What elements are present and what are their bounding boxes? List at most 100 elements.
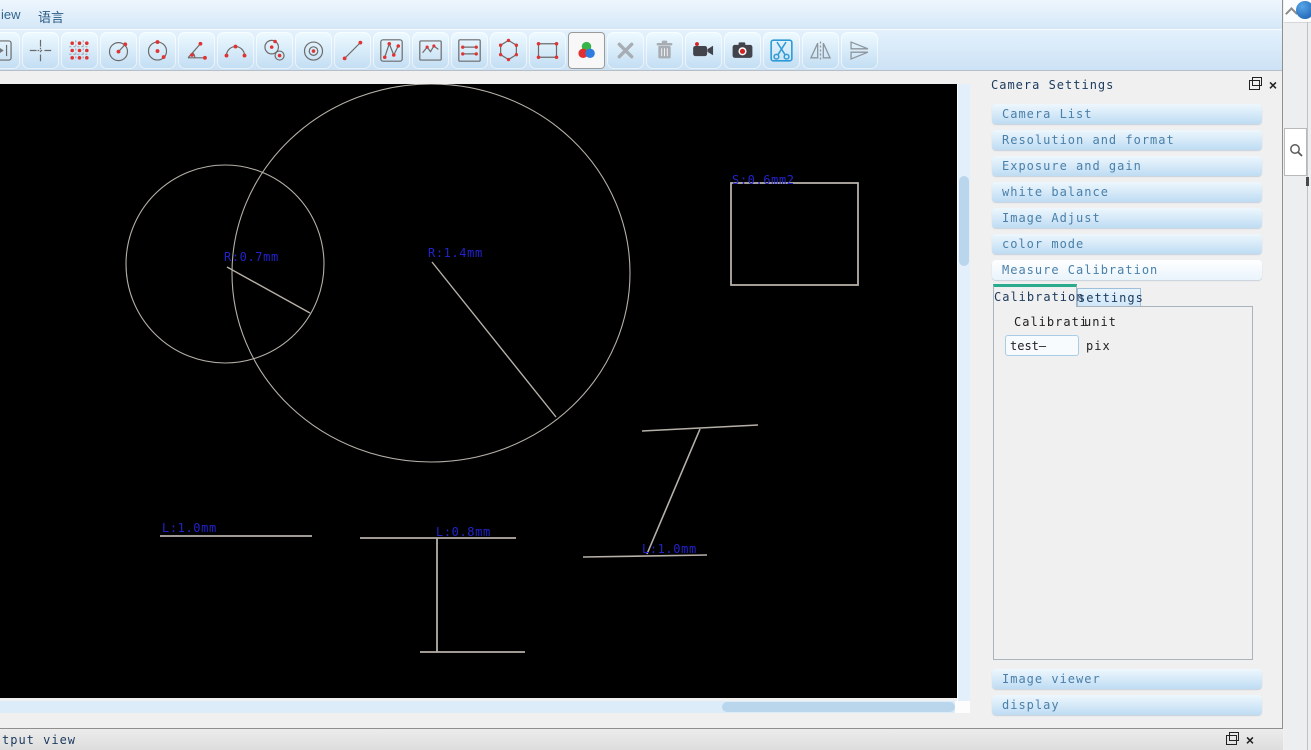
arc-measure-icon[interactable] — [217, 31, 254, 69]
menu-view[interactable]: iew — [1, 7, 21, 22]
camera-settings-panel: Camera Settings × Camera List Resolution… — [985, 77, 1283, 750]
output-view-panel: tput view × — [0, 728, 1283, 750]
concentric-circles-icon[interactable] — [295, 31, 332, 69]
edge-tick — [1306, 177, 1309, 186]
curve-measure-icon[interactable] — [412, 31, 449, 69]
measured-circle-small — [125, 164, 325, 364]
measure-calibration-button[interactable]: Measure Calibration — [992, 260, 1262, 280]
annotation-label: L:0.8mm — [436, 525, 491, 539]
application-window: iew 语言 R:0.7mm R:1.4mm S:0.6mm2 L:1.0mm … — [0, 0, 1283, 750]
tab-calibration[interactable]: Calibration — [993, 284, 1083, 307]
flip-vertical-icon[interactable] — [841, 31, 878, 69]
arc-measure-icon — [224, 44, 247, 57]
measured-rectangle — [730, 182, 859, 286]
color-mode-button[interactable]: color mode — [992, 234, 1262, 254]
polygon-measure-icon — [498, 38, 519, 61]
flip-horizontal-icon[interactable] — [802, 31, 839, 69]
horizontal-scrollbar-thumb[interactable] — [722, 702, 955, 712]
concentric-circles-icon — [300, 37, 327, 64]
jump-to-end-icon — [0, 37, 15, 64]
image-adjust-button[interactable]: Image Adjust — [992, 208, 1262, 228]
resolution-format-button[interactable]: Resolution and format — [992, 130, 1262, 150]
search-box[interactable] — [1284, 128, 1307, 176]
line-measure-icon — [342, 40, 363, 60]
vertical-scrollbar-thumb[interactable] — [959, 176, 969, 266]
polyline-measure-icon — [378, 37, 405, 64]
line-measure-icon[interactable] — [334, 31, 371, 69]
exposure-gain-button[interactable]: Exposure and gain — [992, 156, 1262, 176]
circle-3point-icon — [144, 39, 171, 64]
circle-3point-icon[interactable] — [139, 31, 176, 69]
scrollbar-corner — [955, 701, 970, 713]
float-panel-icon[interactable] — [1225, 732, 1239, 745]
crop-scissors-icon — [768, 37, 795, 64]
crosshair-icon[interactable] — [22, 31, 59, 69]
output-view-title: tput view — [2, 733, 77, 747]
parallel-lines-icon[interactable] — [451, 31, 488, 69]
background-window-strip — [1284, 0, 1311, 750]
menu-bar: iew 语言 — [0, 0, 1282, 30]
close-panel-icon[interactable]: × — [1246, 733, 1254, 747]
trash-icon — [656, 40, 673, 58]
flip-horizontal-icon — [807, 37, 834, 64]
calibration-grid-icon — [66, 37, 93, 64]
calibration-name-input[interactable] — [1005, 335, 1079, 356]
window-edge-divider — [1307, 22, 1308, 750]
annotation-label: R:1.4mm — [428, 246, 483, 260]
rectangle-measure-icon — [536, 41, 559, 59]
radius-line-small — [226, 266, 311, 314]
delete-cross-icon[interactable] — [607, 31, 644, 69]
close-panel-icon[interactable]: × — [1269, 78, 1277, 92]
circle-radius-icon[interactable] — [100, 31, 137, 69]
jump-to-end-icon[interactable] — [0, 31, 20, 69]
polygon-measure-icon[interactable] — [490, 31, 527, 69]
tab-settings[interactable]: settings — [1077, 288, 1143, 307]
rectangle-measure-icon[interactable] — [529, 31, 566, 69]
measurement-shapes — [125, 84, 859, 653]
delete-cross-icon — [612, 37, 639, 64]
video-record-icon — [693, 41, 714, 56]
radius-line-large — [431, 261, 557, 418]
snapshot-icon — [732, 41, 753, 58]
panel-title: Camera Settings — [991, 78, 1115, 92]
calibration-tab-content: Calibrati unit pix — [993, 306, 1253, 660]
calibration-grid-icon[interactable] — [61, 31, 98, 69]
parallel-lines-icon — [456, 37, 483, 64]
measured-line-3 — [582, 424, 759, 558]
float-panel-icon[interactable] — [1248, 77, 1262, 90]
crop-scissors-icon[interactable] — [763, 31, 800, 69]
circle-radius-icon — [105, 37, 132, 64]
rgb-color-icon — [578, 41, 595, 58]
circle-distance-icon — [261, 37, 288, 64]
measured-line-2 — [360, 537, 525, 653]
search-icon — [1290, 144, 1303, 157]
trash-icon[interactable] — [646, 31, 683, 69]
vertical-scrollbar[interactable] — [957, 84, 970, 701]
snapshot-icon[interactable] — [724, 31, 761, 69]
camera-list-button[interactable]: Camera List — [992, 104, 1262, 124]
annotation-label: R:0.7mm — [224, 250, 279, 264]
camera-canvas[interactable]: R:0.7mm R:1.4mm S:0.6mm2 L:1.0mm L:0.8mm… — [0, 84, 957, 698]
browser-logo-icon[interactable] — [1296, 1, 1311, 19]
menu-language[interactable]: 语言 — [38, 7, 64, 26]
polyline-measure-icon[interactable] — [373, 31, 410, 69]
crosshair-icon — [27, 37, 54, 64]
background-window-top — [1284, 0, 1311, 23]
display-button[interactable]: display — [992, 695, 1262, 715]
image-viewer-button[interactable]: Image viewer — [992, 669, 1262, 689]
white-balance-button[interactable]: white balance — [992, 182, 1262, 202]
annotation-label: L:1.0mm — [642, 542, 697, 556]
column-header-calibration: Calibrati — [1014, 315, 1089, 329]
measured-circle-large — [231, 84, 631, 463]
flip-vertical-icon — [846, 37, 873, 64]
horizontal-scrollbar[interactable] — [0, 701, 955, 713]
circle-distance-icon[interactable] — [256, 31, 293, 69]
unit-cell: pix — [1086, 339, 1111, 353]
video-record-icon[interactable] — [685, 31, 722, 69]
angle-measure-icon — [183, 41, 207, 60]
angle-measure-icon[interactable] — [178, 31, 215, 69]
toolbar — [0, 30, 1282, 71]
annotation-label: S:0.6mm2 — [732, 173, 795, 187]
annotation-label: L:1.0mm — [162, 521, 217, 535]
rgb-color-icon[interactable] — [568, 31, 605, 69]
